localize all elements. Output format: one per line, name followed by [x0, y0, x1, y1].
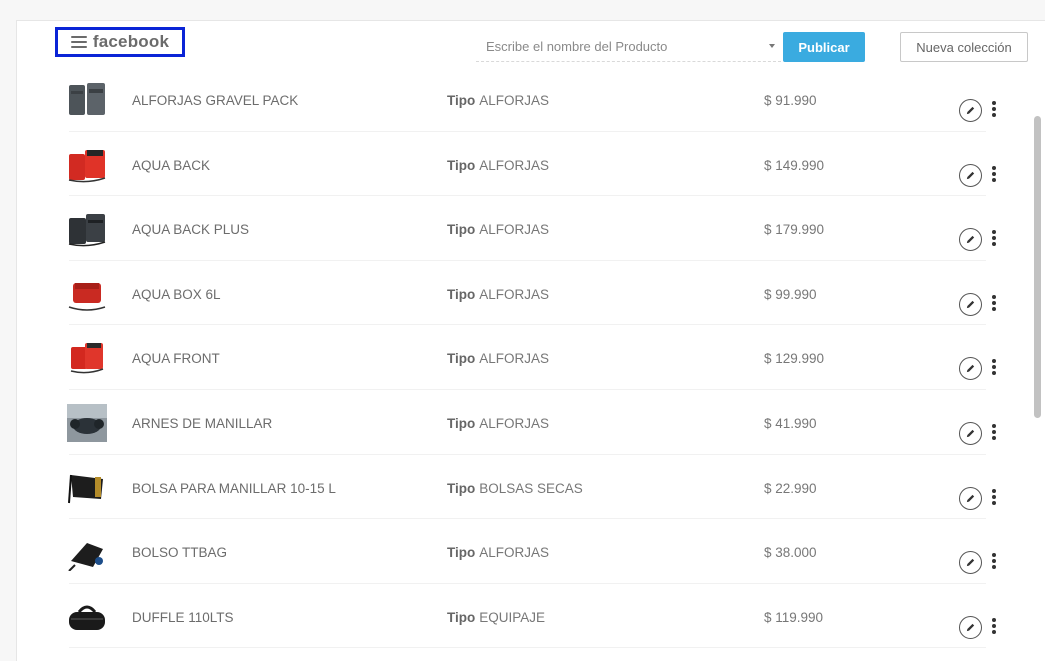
kebab-icon[interactable]: [989, 550, 999, 572]
product-thumbnail: [65, 596, 109, 636]
type-label: Tipo: [447, 545, 476, 561]
product-type: Tipo ALFORJAS: [447, 158, 549, 173]
scrollbar-thumb[interactable]: [1034, 116, 1041, 418]
product-row[interactable]: AQUA BOX 6L Tipo ALFORJAS $ 99.990: [17, 261, 1045, 326]
type-label: Tipo: [447, 480, 476, 496]
pencil-icon[interactable]: [959, 421, 982, 445]
product-price: $ 38.000: [764, 545, 817, 561]
product-thumbnail: [65, 208, 109, 248]
facebook-menu-button[interactable]: facebook: [55, 27, 185, 57]
type-value: ALFORJAS: [479, 286, 550, 302]
product-name[interactable]: BOLSA PARA MANILLAR 10-15 L: [132, 481, 336, 496]
product-row[interactable]: BOLSO TTBAG Tipo ALFORJAS $ 38.000: [17, 519, 1045, 584]
product-name[interactable]: ARNES DE MANILLAR: [132, 416, 272, 431]
type-value: ALFORJAS: [479, 93, 550, 108]
product-price: $ 91.990: [764, 93, 817, 108]
brand-label: facebook: [92, 32, 170, 51]
pencil-icon[interactable]: [959, 163, 982, 187]
product-price: $ 22.990: [764, 480, 817, 496]
type-label: Tipo: [447, 157, 476, 173]
new-collection-button[interactable]: Nueva colección: [900, 32, 1028, 62]
product-row[interactable]: ALFORJAS GRAVEL PACK Tipo ALFORJAS $ 91.990: [17, 67, 1045, 132]
product-type: Tipo BOLSAS SECAS: [447, 481, 583, 496]
type-label: Tipo: [447, 351, 476, 367]
product-price: $ 119.990: [764, 609, 824, 625]
product-list: ALFORJAS GRAVEL PACK Tipo ALFORJAS $ 91.990…: [17, 67, 1045, 649]
type-value: BOLSAS SECAS: [479, 480, 583, 496]
publish-button[interactable]: Publicar: [783, 32, 865, 62]
product-type: Tipo EQUIPAJE: [447, 610, 545, 625]
hamburger-icon: [70, 36, 87, 48]
product-price: $ 41.990: [764, 415, 817, 431]
type-value: ALFORJAS: [479, 157, 550, 173]
product-type: Tipo ALFORJAS: [447, 287, 549, 302]
product-thumbnail: [65, 531, 109, 572]
kebab-icon[interactable]: [989, 163, 999, 185]
product-row[interactable]: AQUA BACK Tipo ALFORJAS $ 149.990: [17, 132, 1045, 197]
type-label: Tipo: [447, 286, 476, 302]
product-name[interactable]: DUFFLE 110LTS: [132, 610, 234, 625]
type-label: Tipo: [447, 222, 476, 238]
pencil-icon[interactable]: [959, 551, 982, 575]
pencil-icon[interactable]: [959, 292, 982, 316]
row-divider: [69, 647, 986, 649]
product-type: Tipo ALFORJAS: [447, 222, 549, 237]
caret-down-icon[interactable]: [769, 44, 775, 48]
product-type: Tipo ALFORJAS: [447, 545, 549, 560]
product-type: Tipo ALFORJAS: [447, 416, 549, 431]
product-row[interactable]: AQUA BACK PLUS Tipo ALFORJAS $ 179.990: [17, 196, 1045, 261]
product-name[interactable]: AQUA BOX 6L: [132, 287, 221, 302]
main-panel: facebook Publicar Nueva colección ALFORJ…: [16, 20, 1045, 661]
product-price: $ 99.990: [764, 286, 817, 302]
type-label: Tipo: [447, 93, 476, 108]
type-value: ALFORJAS: [479, 351, 550, 367]
kebab-icon[interactable]: [989, 227, 999, 249]
product-thumbnail: [65, 79, 109, 119]
product-row[interactable]: AQUA FRONT Tipo ALFORJAS $ 129.990: [17, 325, 1045, 390]
pencil-icon[interactable]: [959, 486, 982, 510]
type-label: Tipo: [447, 609, 476, 625]
kebab-icon[interactable]: [989, 356, 999, 378]
pencil-icon[interactable]: [959, 99, 982, 122]
product-search-input[interactable]: [476, 33, 766, 59]
product-name[interactable]: ALFORJAS GRAVEL PACK: [132, 93, 298, 108]
product-name[interactable]: AQUA BACK PLUS: [132, 222, 249, 237]
kebab-icon[interactable]: [989, 421, 999, 443]
product-name[interactable]: BOLSO TTBAG: [132, 545, 227, 560]
type-label: Tipo: [447, 415, 476, 431]
type-value: ALFORJAS: [479, 415, 550, 431]
product-search[interactable]: [476, 33, 781, 62]
product-type: Tipo ALFORJAS: [447, 351, 549, 366]
type-value: EQUIPAJE: [479, 609, 546, 625]
kebab-icon[interactable]: [989, 98, 999, 120]
type-value: ALFORJAS: [479, 545, 550, 561]
kebab-icon[interactable]: [989, 292, 999, 314]
pencil-icon[interactable]: [959, 228, 982, 252]
product-thumbnail: [65, 337, 109, 377]
kebab-icon[interactable]: [989, 486, 999, 508]
product-thumbnail: [65, 144, 109, 184]
product-row[interactable]: ARNES DE MANILLAR Tipo ALFORJAS $ 41.990: [17, 390, 1045, 455]
product-price: $ 149.990: [764, 157, 825, 173]
product-price: $ 179.990: [764, 222, 825, 238]
product-row[interactable]: BOLSA PARA MANILLAR 10-15 L Tipo BOLSAS SE…: [17, 455, 1045, 520]
type-value: ALFORJAS: [479, 222, 550, 238]
product-row[interactable]: DUFFLE 110LTS Tipo EQUIPAJE $ 119.990: [17, 584, 1045, 649]
product-thumbnail: [65, 402, 109, 442]
pencil-icon[interactable]: [959, 357, 982, 381]
pencil-icon[interactable]: [959, 615, 982, 639]
product-thumbnail: [65, 273, 109, 313]
product-thumbnail: [65, 467, 109, 507]
product-price: $ 129.990: [764, 351, 825, 367]
product-name[interactable]: AQUA FRONT: [132, 351, 220, 366]
kebab-icon[interactable]: [989, 615, 999, 637]
product-name[interactable]: AQUA BACK: [132, 158, 210, 173]
product-type: Tipo ALFORJAS: [447, 93, 549, 108]
